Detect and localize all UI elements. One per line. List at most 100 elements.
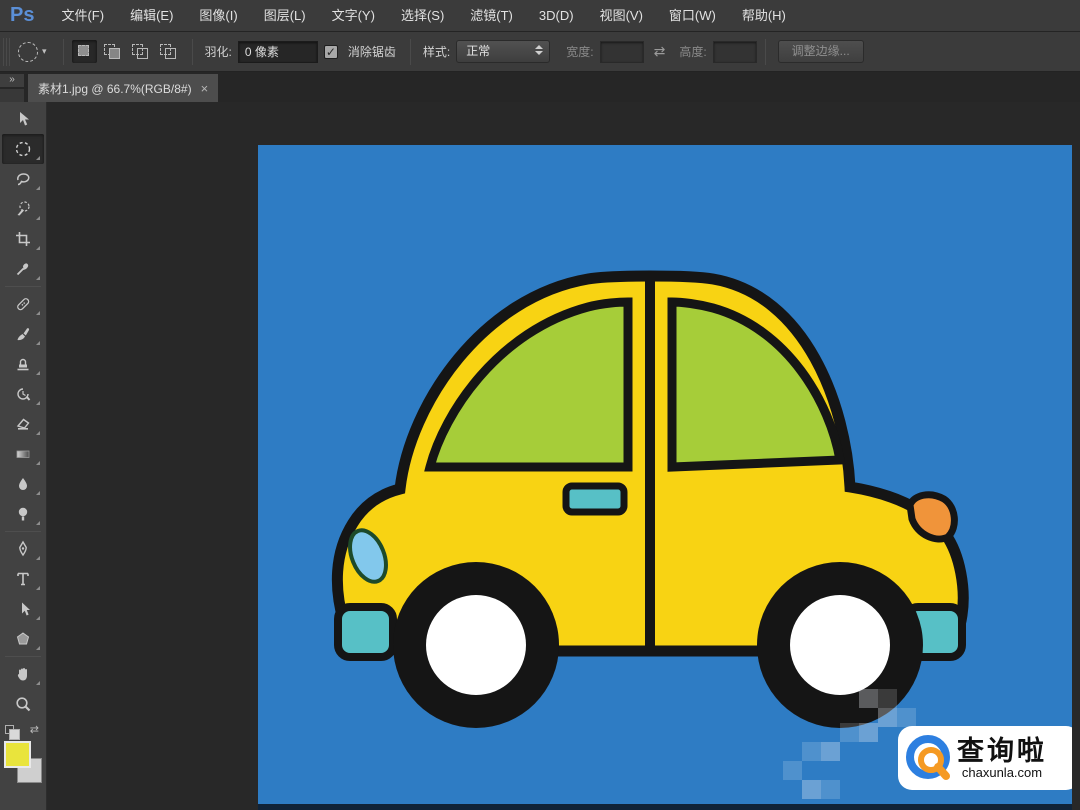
gradient-tool[interactable] (2, 439, 44, 469)
crop-icon (16, 232, 30, 246)
elliptical-marquee-preset-icon (18, 42, 38, 62)
new-selection-icon (78, 45, 89, 56)
mosaic-block (859, 689, 878, 708)
mosaic-block (878, 708, 897, 727)
feather-input[interactable]: 0 像素 (238, 41, 318, 63)
type-tool[interactable] (2, 564, 44, 594)
style-dropdown[interactable]: 正常 (456, 40, 550, 63)
tool-group-divider (5, 531, 41, 532)
height-label: 高度: (679, 43, 706, 60)
width-input[interactable] (600, 41, 644, 63)
crop-tool[interactable] (2, 224, 44, 254)
photoshop-logo: Ps (10, 4, 34, 27)
menu-window[interactable]: 窗口(W) (656, 0, 729, 32)
gradient-icon (17, 451, 29, 458)
default-colors-icon[interactable] (5, 725, 14, 734)
swap-dimensions-icon[interactable]: ⇄ (654, 43, 666, 60)
type-icon (18, 574, 28, 585)
menu-image[interactable]: 图像(I) (186, 0, 250, 32)
intersect-selection-button[interactable] (156, 40, 181, 63)
healing-brush-tool[interactable] (2, 289, 44, 319)
mosaic-block (859, 723, 878, 742)
mosaic-block (802, 742, 821, 761)
chevron-down-icon: ▾ (42, 46, 47, 57)
shape-tool[interactable] (2, 624, 44, 654)
history-brush-tool[interactable] (2, 379, 44, 409)
menu-select[interactable]: 选择(S) (388, 0, 457, 32)
style-label: 样式: (423, 43, 450, 60)
menu-filter[interactable]: 滤镜(T) (457, 0, 526, 32)
anti-alias-label[interactable]: 消除锯齿 (348, 43, 396, 60)
front-hub (426, 595, 526, 695)
menu-3d[interactable]: 3D(D) (526, 0, 587, 32)
dodge-tool[interactable] (2, 499, 44, 529)
close-icon[interactable]: × (201, 81, 209, 96)
workspace: 查询啦 chaxunla.com (47, 102, 1080, 810)
front-bumper (338, 607, 393, 657)
elliptical-marquee-icon (17, 143, 30, 156)
quick-selection-tool[interactable] (2, 194, 44, 224)
height-input[interactable] (713, 41, 757, 63)
tool-options-bar: ▾ 羽化: 0 像素 ✓ 消除锯齿 样式: 正常 宽度: ⇄ (0, 32, 1080, 72)
document-canvas[interactable]: 查询啦 chaxunla.com (258, 145, 1072, 804)
menu-layer[interactable]: 图层(L) (251, 0, 319, 32)
photoshop-window: Ps 文件(F) 编辑(E) 图像(I) 图层(L) 文字(Y) 选择(S) 滤… (0, 0, 1080, 810)
divider (765, 39, 766, 65)
menu-help[interactable]: 帮助(H) (729, 0, 799, 32)
lasso-icon (18, 174, 29, 185)
menu-type[interactable]: 文字(Y) (319, 0, 388, 32)
tool-preset-picker[interactable]: ▾ (16, 42, 55, 62)
brush-tool[interactable] (2, 319, 44, 349)
eyedropper-tool[interactable] (2, 254, 44, 284)
mosaic-block (783, 761, 802, 780)
subtract-from-selection-button[interactable] (128, 40, 153, 63)
color-swatches (3, 741, 43, 783)
healing-brush-icon (17, 298, 30, 311)
add-to-selection-button[interactable] (100, 40, 125, 63)
mosaic-block (840, 723, 859, 742)
clone-stamp-tool[interactable] (2, 349, 44, 379)
expand-panels-icon[interactable]: » (0, 74, 24, 87)
door-handle (566, 486, 624, 512)
car-illustration (258, 145, 1072, 804)
move-tool[interactable] (2, 104, 44, 134)
rear-hub (790, 595, 890, 695)
path-selection-tool[interactable] (2, 594, 44, 624)
path-selection-icon (22, 603, 30, 616)
mosaic-block (897, 708, 916, 727)
anti-alias-checkbox[interactable]: ✓ (324, 45, 338, 59)
color-swatch-tools: ⇄ (3, 723, 43, 739)
pen-tool[interactable] (2, 534, 44, 564)
menu-edit[interactable]: 编辑(E) (117, 0, 186, 32)
foreground-color-swatch[interactable] (4, 741, 31, 768)
swap-colors-icon[interactable]: ⇄ (30, 723, 39, 736)
refine-edge-button[interactable]: 调整边缘... (778, 40, 864, 63)
hand-icon (18, 668, 27, 681)
elliptical-marquee-tool[interactable] (2, 134, 44, 164)
watermark-domain: chaxunla.com (962, 766, 1042, 780)
quick-selection-icon (20, 202, 29, 211)
new-selection-button[interactable] (72, 40, 97, 63)
eraser-tool[interactable] (2, 409, 44, 439)
eraser-icon (18, 420, 29, 429)
lasso-tool[interactable] (2, 164, 44, 194)
menu-file[interactable]: 文件(F) (48, 0, 117, 32)
feather-label: 羽化: (205, 43, 232, 60)
divider (63, 39, 64, 65)
mosaic-block (878, 689, 897, 708)
hand-tool[interactable] (2, 659, 44, 689)
main-area: ⇄ (0, 102, 1080, 810)
zoom-tool[interactable] (2, 689, 44, 719)
width-label: 宽度: (566, 43, 593, 60)
mosaic-block (821, 742, 840, 761)
eyedropper-icon (18, 269, 24, 275)
document-tab[interactable]: 素材1.jpg @ 66.7%(RGB/8#) × (28, 74, 218, 102)
divider (410, 39, 411, 65)
collapsed-panel-dock[interactable] (0, 89, 24, 102)
tool-group-divider (5, 286, 41, 287)
watermark-title: 查询啦 (957, 736, 1047, 766)
brush-icon (18, 334, 26, 340)
menu-view[interactable]: 视图(V) (587, 0, 656, 32)
blur-tool[interactable] (2, 469, 44, 499)
options-bar-grip[interactable] (3, 38, 10, 66)
